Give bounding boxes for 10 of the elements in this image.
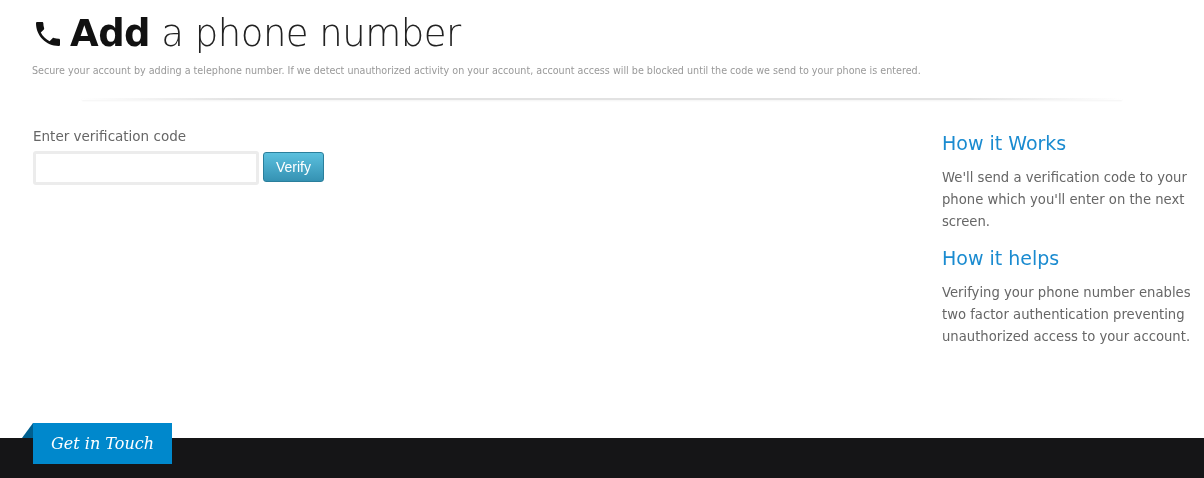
section-heading: How it Works — [942, 132, 1068, 154]
section-text: Verifying your phone number enables two factor authentication preventing unauthorized access to your account. — [942, 284, 1192, 346]
section-heading: How it helps — [942, 247, 1061, 269]
tab-fold-icon — [22, 423, 33, 438]
section-text: We'll send a verification code to your phone which you'll enter on the next screen. — [942, 169, 1188, 231]
get-in-touch-tab[interactable]: Get in Touch — [33, 423, 172, 464]
field-label: Enter verification code — [33, 128, 188, 144]
page-subtitle: Secure your account by adding a telephone number. If we detect unauthorized activity on your account, account access will be blocked until the code we send to your phone is entered. — [32, 65, 922, 76]
verify-button[interactable]: Verify — [263, 152, 324, 182]
page-title: Add a phone number — [70, 12, 461, 55]
